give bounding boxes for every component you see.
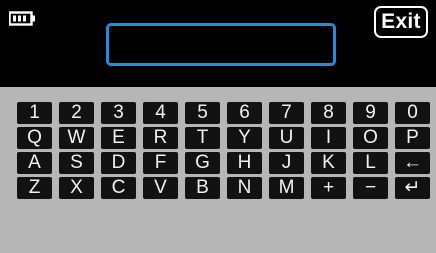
key-p[interactable]: P (395, 127, 430, 149)
key-r[interactable]: R (143, 127, 178, 149)
key-e[interactable]: E (101, 127, 136, 149)
key-d[interactable]: D (101, 152, 136, 174)
key-v[interactable]: V (143, 177, 178, 199)
key-m[interactable]: M (269, 177, 304, 199)
key-l[interactable]: L (353, 152, 388, 174)
key-k[interactable]: K (311, 152, 346, 174)
key-y[interactable]: Y (227, 127, 262, 149)
key-7[interactable]: 7 (269, 102, 304, 124)
key-0[interactable]: 0 (395, 102, 430, 124)
exit-button[interactable]: Exit (374, 6, 428, 38)
key-6[interactable]: 6 (227, 102, 262, 124)
key-q[interactable]: Q (17, 127, 52, 149)
key-a[interactable]: A (17, 152, 52, 174)
key-w[interactable]: W (59, 127, 94, 149)
text-input[interactable] (106, 23, 336, 66)
key-2[interactable]: 2 (59, 102, 94, 124)
key-t[interactable]: T (185, 127, 220, 149)
key-1[interactable]: 1 (17, 102, 52, 124)
key-i[interactable]: I (311, 127, 346, 149)
key-j[interactable]: J (269, 152, 304, 174)
battery-icon (9, 11, 35, 26)
enter-key[interactable]: ↵ (395, 177, 430, 199)
key-z[interactable]: Z (17, 177, 52, 199)
key-5[interactable]: 5 (185, 102, 220, 124)
status-bar: Exit (0, 0, 436, 87)
key-o[interactable]: O (353, 127, 388, 149)
key-s[interactable]: S (59, 152, 94, 174)
key-u[interactable]: U (269, 127, 304, 149)
keyboard: 1 2 3 4 5 6 7 8 9 0 Q W E R T Y U I O P A S D F G H J K L ← Z X C V B N M + − ↵ (0, 87, 436, 253)
key-f[interactable]: F (143, 152, 178, 174)
plus-key[interactable]: + (311, 177, 346, 199)
key-h[interactable]: H (227, 152, 262, 174)
backspace-key[interactable]: ← (395, 152, 430, 174)
key-g[interactable]: G (185, 152, 220, 174)
key-n[interactable]: N (227, 177, 262, 199)
key-b[interactable]: B (185, 177, 220, 199)
key-x[interactable]: X (59, 177, 94, 199)
screen: Exit 1 2 3 4 5 6 7 8 9 0 Q W E R T Y U I O P A S D F G H J K L ← Z X C V B… (0, 0, 436, 253)
key-9[interactable]: 9 (353, 102, 388, 124)
key-c[interactable]: C (101, 177, 136, 199)
key-8[interactable]: 8 (311, 102, 346, 124)
key-3[interactable]: 3 (101, 102, 136, 124)
minus-key[interactable]: − (353, 177, 388, 199)
key-4[interactable]: 4 (143, 102, 178, 124)
